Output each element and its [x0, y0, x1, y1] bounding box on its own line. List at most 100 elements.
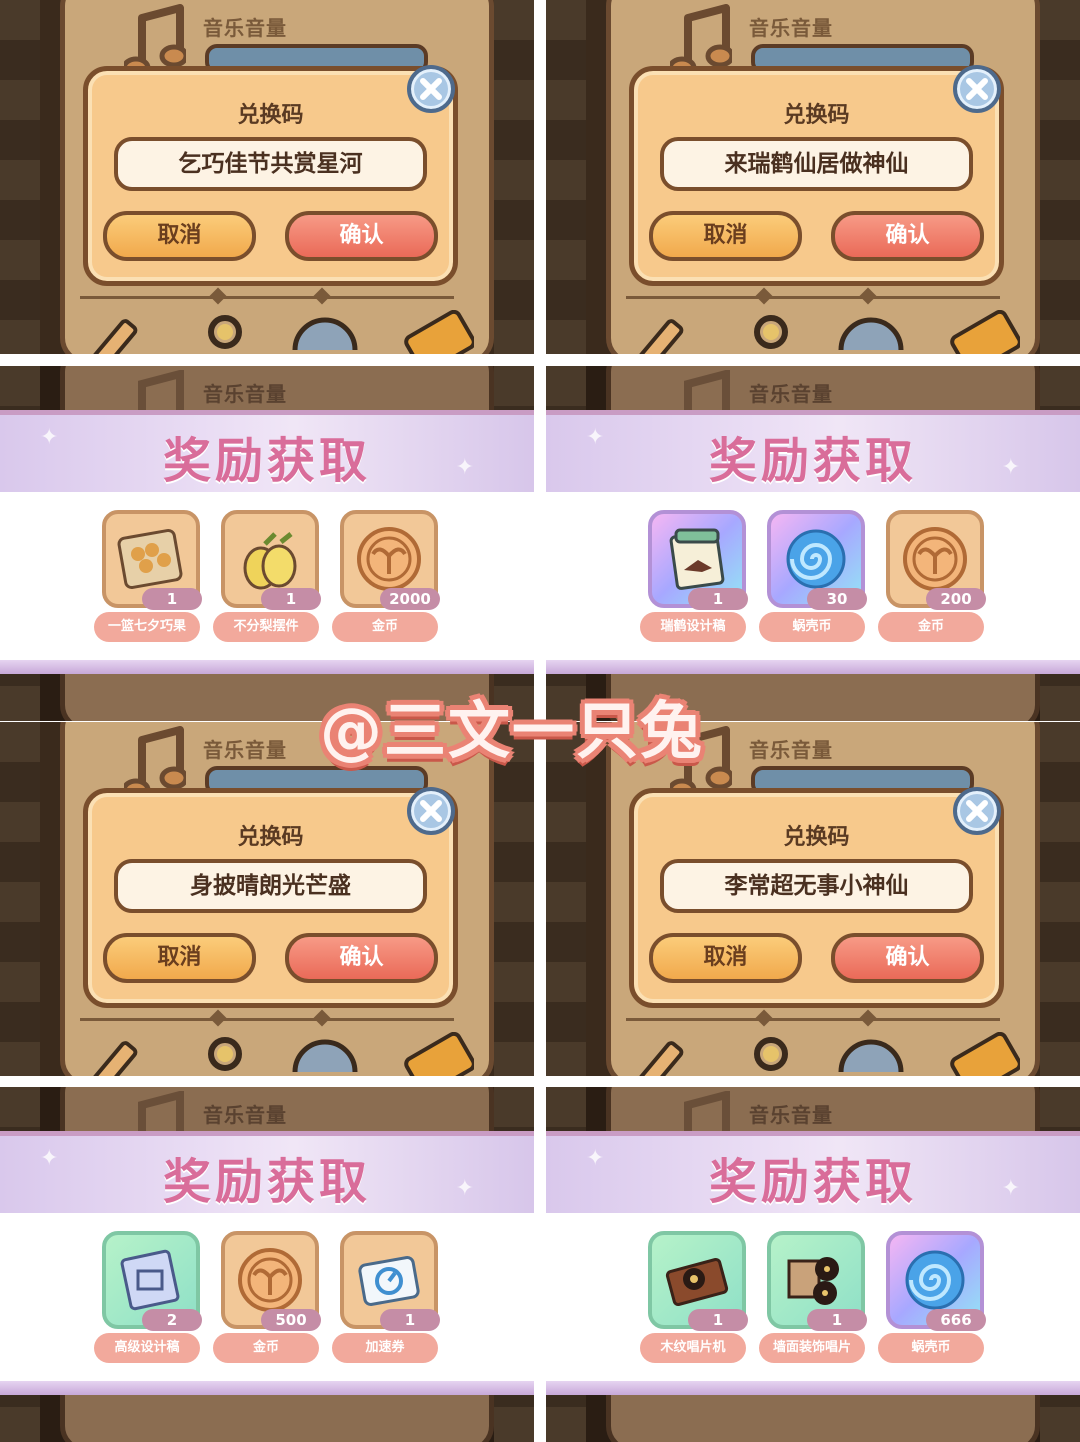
- item-quantity: 1: [688, 588, 748, 610]
- redeem-screen-1: 音乐音量 兑换码 乞巧佳节共赏星河 取消 确认: [0, 0, 534, 354]
- close-button[interactable]: [407, 787, 455, 835]
- reward-items-panel: 1 一篮七夕巧果 1 不分梨摆件 2000 金币: [0, 492, 534, 660]
- item-quantity: 666: [926, 1309, 986, 1331]
- music-volume-label: 音乐音量: [203, 738, 287, 762]
- music-volume-label: 音乐音量: [749, 1103, 833, 1127]
- snail-shell-coin-icon: [905, 1250, 965, 1310]
- crane-blueprint-icon: [669, 528, 725, 590]
- dialog-title: 兑换码: [237, 103, 304, 128]
- confirm-button[interactable]: 确认: [831, 211, 984, 261]
- item-name: 高级设计稿: [94, 1333, 200, 1363]
- reward-item: 200 金币: [878, 510, 988, 660]
- cancel-button[interactable]: 取消: [649, 933, 802, 983]
- close-button[interactable]: [953, 787, 1001, 835]
- reward-item: 2 高级设计稿: [94, 1231, 204, 1381]
- author-watermark: @三文一只兔: [320, 694, 705, 767]
- snail-shell-coin-icon: [786, 529, 846, 589]
- gold-coin-icon: [903, 527, 967, 591]
- close-icon: [966, 78, 988, 100]
- reward-item: 2000 金币: [332, 510, 442, 660]
- reward-screen-2: 音乐音量 ✦ ✦ 奖励获取 1 瑞鹤设计稿 30 蜗壳币 200 金币: [546, 366, 1080, 721]
- reward-items-panel: 1 瑞鹤设计稿 30 蜗壳币 200 金币: [546, 492, 1080, 660]
- music-volume-label: 音乐音量: [203, 16, 287, 40]
- reward-item: 1 加速券: [332, 1231, 442, 1381]
- pastry-basket-icon: [117, 528, 183, 590]
- redeem-code-dialog: 兑换码 身披晴朗光芒盛 取消 确认: [83, 788, 458, 1008]
- music-volume-label: 音乐音量: [749, 16, 833, 40]
- item-name: 金币: [878, 612, 984, 642]
- close-icon: [420, 78, 442, 100]
- confirm-button[interactable]: 确认: [831, 933, 984, 983]
- redeem-code-input[interactable]: 乞巧佳节共赏星河: [114, 137, 427, 191]
- redeem-screen-4: 音乐音量 兑换码 李常超无事小神仙 取消 确认: [546, 722, 1080, 1076]
- reward-item: 1 墙面装饰唱片: [759, 1231, 869, 1381]
- settings-tool-icons: [638, 310, 1020, 354]
- settings-tool-icons: [92, 310, 474, 354]
- close-icon: [420, 800, 442, 822]
- item-name: 墙面装饰唱片: [759, 1333, 865, 1363]
- item-quantity: 2: [142, 1309, 202, 1331]
- reward-banner: ✦ ✦ 奖励获取: [0, 410, 534, 497]
- item-quantity: 1: [807, 1309, 867, 1331]
- redeem-screen-3: 音乐音量 兑换码 身披晴朗光芒盛 取消 确认: [0, 722, 534, 1076]
- item-name: 蜗壳币: [878, 1333, 984, 1363]
- close-button[interactable]: [407, 65, 455, 113]
- gold-coin-icon: [238, 1248, 302, 1312]
- pear-pair-icon: [243, 532, 297, 590]
- reward-title: 奖励获取: [708, 433, 917, 489]
- music-volume-label: 音乐音量: [749, 738, 833, 762]
- item-name: 金币: [332, 612, 438, 642]
- reward-title: 奖励获取: [162, 433, 371, 489]
- dialog-title: 兑换码: [783, 825, 850, 850]
- wood-record-player-icon: [665, 1257, 729, 1307]
- item-quantity: 1: [142, 588, 202, 610]
- cancel-button[interactable]: 取消: [103, 211, 256, 261]
- reward-screen-4: 音乐音量 ✦ ✦ 奖励获取 1 木纹唱片机 1 墙面装饰唱片 666 蜗壳币: [546, 1087, 1080, 1442]
- item-name: 一篮七夕巧果: [94, 612, 200, 642]
- reward-item: 1 一篮七夕巧果: [94, 510, 204, 660]
- speed-ticket-icon: [358, 1256, 420, 1306]
- confirm-button[interactable]: 确认: [285, 933, 438, 983]
- reward-screen-3: 音乐音量 ✦ ✦ 奖励获取 2 高级设计稿 500 金币 1 加速券: [0, 1087, 534, 1442]
- item-name: 加速券: [332, 1333, 438, 1363]
- item-quantity: 30: [807, 588, 867, 610]
- dialog-title: 兑换码: [783, 103, 850, 128]
- reward-title: 奖励获取: [162, 1154, 371, 1210]
- redeem-code-input[interactable]: 李常超无事小神仙: [660, 859, 973, 913]
- reward-item: 500 金币: [213, 1231, 323, 1381]
- gold-coin-icon: [357, 527, 421, 591]
- redeem-code-input[interactable]: 身披晴朗光芒盛: [114, 859, 427, 913]
- reward-banner: ✦ ✦ 奖励获取: [546, 410, 1080, 497]
- reward-item: 1 木纹唱片机: [640, 1231, 750, 1381]
- close-button[interactable]: [953, 65, 1001, 113]
- music-volume-label: 音乐音量: [203, 382, 287, 406]
- confirm-button[interactable]: 确认: [285, 211, 438, 261]
- reward-item: 666 蜗壳币: [878, 1231, 988, 1381]
- item-quantity: 1: [688, 1309, 748, 1331]
- reward-items-panel: 1 木纹唱片机 1 墙面装饰唱片 666 蜗壳币: [546, 1213, 1080, 1381]
- wall-record-decor-icon: [787, 1257, 839, 1305]
- redeem-code-dialog: 兑换码 乞巧佳节共赏星河 取消 确认: [83, 66, 458, 286]
- settings-tool-icons: [92, 1032, 474, 1076]
- item-quantity: 200: [926, 588, 986, 610]
- item-quantity: 1: [261, 588, 321, 610]
- cancel-button[interactable]: 取消: [103, 933, 256, 983]
- item-name: 不分梨摆件: [213, 612, 319, 642]
- item-quantity: 1: [380, 1309, 440, 1331]
- item-name: 瑞鹤设计稿: [640, 612, 746, 642]
- reward-item: 1 瑞鹤设计稿: [640, 510, 750, 660]
- reward-banner: ✦ ✦ 奖励获取: [546, 1131, 1080, 1218]
- item-name: 金币: [213, 1333, 319, 1363]
- music-volume-label: 音乐音量: [203, 1103, 287, 1127]
- reward-item: 30 蜗壳币: [759, 510, 869, 660]
- reward-item: 1 不分梨摆件: [213, 510, 323, 660]
- cancel-button[interactable]: 取消: [649, 211, 802, 261]
- dialog-title: 兑换码: [237, 825, 304, 850]
- redeem-code-input[interactable]: 来瑞鹤仙居做神仙: [660, 137, 973, 191]
- settings-tool-icons: [638, 1032, 1020, 1076]
- blueprint-scroll-icon: [120, 1249, 180, 1311]
- redeem-code-dialog: 兑换码 李常超无事小神仙 取消 确认: [629, 788, 1004, 1008]
- reward-banner: ✦ ✦ 奖励获取: [0, 1131, 534, 1218]
- close-icon: [966, 800, 988, 822]
- item-quantity: 2000: [380, 588, 440, 610]
